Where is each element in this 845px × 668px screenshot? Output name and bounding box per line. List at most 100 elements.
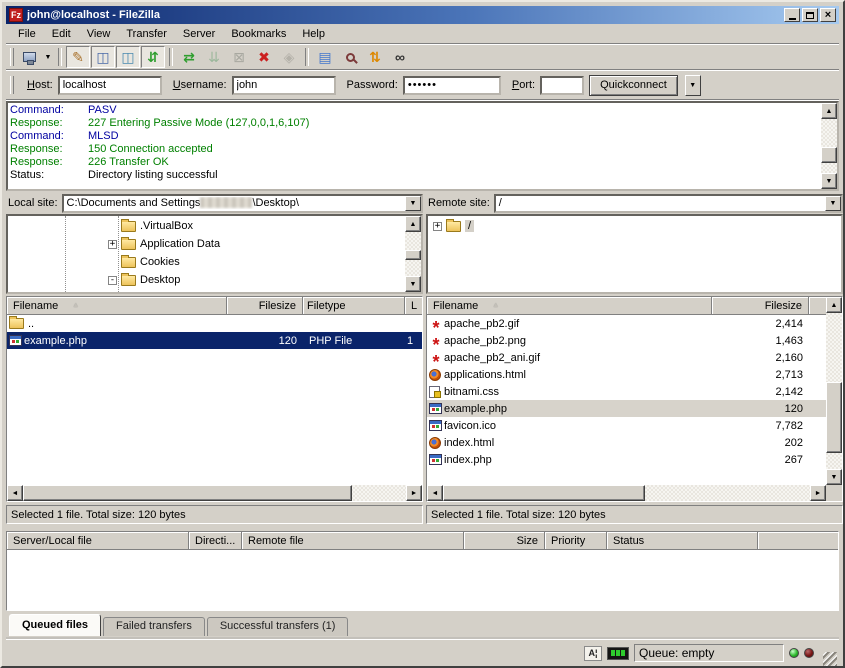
resize-grip[interactable]	[823, 652, 837, 666]
password-input[interactable]	[403, 76, 501, 95]
local-site-dropdown[interactable]: ▼	[405, 196, 421, 211]
tree-item-cookies[interactable]: Cookies	[8, 253, 405, 271]
local-site-combo[interactable]: C:\Documents and Settings\Desktop\ ▼	[62, 194, 423, 213]
file-row[interactable]: apache_pb2.gif2,414	[427, 315, 826, 332]
scroll-left-button[interactable]: ◄	[427, 485, 443, 501]
scroll-down-button[interactable]: ▼	[405, 276, 421, 292]
minimize-button[interactable]	[784, 8, 800, 22]
scrollbar-thumb[interactable]	[821, 147, 837, 163]
file-row[interactable]: applications.html2,713	[427, 366, 826, 383]
close-button[interactable]: ×	[820, 8, 836, 22]
column-server-local-file[interactable]: Server/Local file	[7, 532, 189, 550]
menu-bookmarks[interactable]: Bookmarks	[223, 26, 294, 42]
quickconnect-button[interactable]: Quickconnect	[589, 75, 678, 96]
menu-view[interactable]: View	[79, 26, 119, 42]
local-tree-scrollbar[interactable]: ▲ ▼	[405, 216, 421, 292]
tree-item-desktop[interactable]: -Desktop	[8, 271, 405, 289]
file-row-parent-dir[interactable]: ..	[7, 315, 422, 332]
file-row[interactable]: apache_pb2.png1,463	[427, 332, 826, 349]
tree-item-application-data[interactable]: +Application Data	[8, 235, 405, 253]
menu-transfer[interactable]: Transfer	[118, 26, 175, 42]
scrollbar-thumb[interactable]	[405, 250, 421, 260]
scrollbar-thumb[interactable]	[443, 485, 645, 501]
filter-button[interactable]: ▤	[313, 46, 337, 68]
site-manager-dropdown[interactable]: ▼	[42, 46, 54, 68]
app-icon: Fz	[9, 8, 23, 22]
remote-site-combo[interactable]: / ▼	[494, 194, 843, 213]
compare-button[interactable]	[338, 46, 362, 68]
cancel-button[interactable]: ⊠	[227, 46, 251, 68]
folder-icon	[121, 275, 136, 286]
disconnect-button[interactable]: ✖	[252, 46, 276, 68]
file-row-selected[interactable]: example.php120	[427, 400, 826, 417]
collapse-icon[interactable]: -	[108, 276, 117, 285]
process-queue-button[interactable]: ⇊	[202, 46, 226, 68]
scroll-right-button[interactable]: ►	[810, 485, 826, 501]
column-filename[interactable]: Filename	[7, 297, 227, 315]
column-filename[interactable]: Filename	[427, 297, 712, 315]
scroll-left-button[interactable]: ◄	[7, 485, 23, 501]
refresh-button[interactable]: ⇄	[177, 46, 201, 68]
find-button[interactable]: ∞	[388, 46, 412, 68]
site-manager-button[interactable]	[17, 46, 41, 68]
tab-failed-transfers[interactable]: Failed transfers	[103, 617, 205, 636]
quickconnect-dropdown[interactable]: ▼	[685, 75, 701, 96]
scroll-up-button[interactable]: ▲	[405, 216, 421, 232]
file-row[interactable]: apache_pb2_ani.gif2,160	[427, 349, 826, 366]
scroll-down-button[interactable]: ▼	[821, 173, 837, 189]
remote-list-hscrollbar[interactable]: ◄ ►	[427, 485, 826, 501]
queue-view-icon: ⇵	[144, 48, 162, 66]
expand-icon[interactable]: +	[108, 240, 117, 249]
selected-tree-label: /	[465, 220, 474, 232]
remote-list-vscrollbar[interactable]: ▲ ▼	[826, 297, 842, 485]
remote-site-dropdown[interactable]: ▼	[825, 196, 841, 211]
column-priority[interactable]: Priority	[545, 532, 607, 550]
toggle-remote-tree-button[interactable]: ◫	[116, 46, 140, 68]
username-input[interactable]	[232, 76, 336, 95]
toggle-queue-button[interactable]: ⇵	[141, 46, 165, 68]
file-row-example-php[interactable]: example.php 120 PHP File 1	[7, 332, 422, 349]
scroll-down-button[interactable]: ▼	[826, 469, 842, 485]
scroll-right-button[interactable]: ►	[406, 485, 422, 501]
compare-icon	[346, 53, 355, 62]
scroll-up-button[interactable]: ▲	[826, 297, 842, 313]
column-remote-file[interactable]: Remote file	[242, 532, 464, 550]
local-tree-icon: ◫	[94, 48, 112, 66]
column-status[interactable]: Status	[607, 532, 758, 550]
menu-server[interactable]: Server	[175, 26, 223, 42]
tree-item-virtualbox[interactable]: .VirtualBox	[8, 217, 405, 235]
file-row[interactable]: bitnami.css2,142	[427, 383, 826, 400]
column-direction[interactable]: Directi...	[189, 532, 242, 550]
log-scrollbar[interactable]: ▲ ▼	[821, 103, 837, 189]
column-last-modified[interactable]: L	[405, 297, 422, 315]
column-filesize[interactable]: Filesize	[227, 297, 303, 315]
scroll-up-button[interactable]: ▲	[821, 103, 837, 119]
scrollbar-thumb[interactable]	[826, 382, 842, 454]
expand-icon[interactable]: +	[433, 222, 442, 231]
filter-icon: ▤	[316, 48, 334, 66]
reconnect-button[interactable]: ◈	[277, 46, 301, 68]
remote-tree-icon: ◫	[119, 48, 137, 66]
tab-queued-files[interactable]: Queued files	[9, 614, 101, 636]
file-row[interactable]: index.html202	[427, 434, 826, 451]
menu-help[interactable]: Help	[294, 26, 333, 42]
port-input[interactable]	[540, 76, 584, 95]
tab-successful-transfers[interactable]: Successful transfers (1)	[207, 617, 349, 636]
menu-file[interactable]: File	[10, 26, 44, 42]
sync-browse-button[interactable]: ⇅	[363, 46, 387, 68]
menu-edit[interactable]: Edit	[44, 26, 79, 42]
local-list-hscrollbar[interactable]: ◄ ►	[7, 485, 422, 501]
file-row[interactable]: index.php267	[427, 451, 826, 468]
receive-led-indicator	[789, 648, 799, 658]
toggle-local-tree-button[interactable]: ◫	[91, 46, 115, 68]
scrollbar-thumb[interactable]	[23, 485, 352, 501]
tree-item-root[interactable]: + /	[428, 217, 841, 235]
maximize-button[interactable]	[802, 8, 818, 22]
column-filesize[interactable]: Filesize	[712, 297, 809, 315]
file-row[interactable]: favicon.ico7,782	[427, 417, 826, 434]
log-line: Command:PASV	[10, 104, 819, 117]
column-filetype[interactable]: Filetype	[303, 297, 405, 315]
toggle-message-log-button[interactable]: ✎	[66, 46, 90, 68]
host-input[interactable]	[58, 76, 162, 95]
column-size[interactable]: Size	[464, 532, 545, 550]
